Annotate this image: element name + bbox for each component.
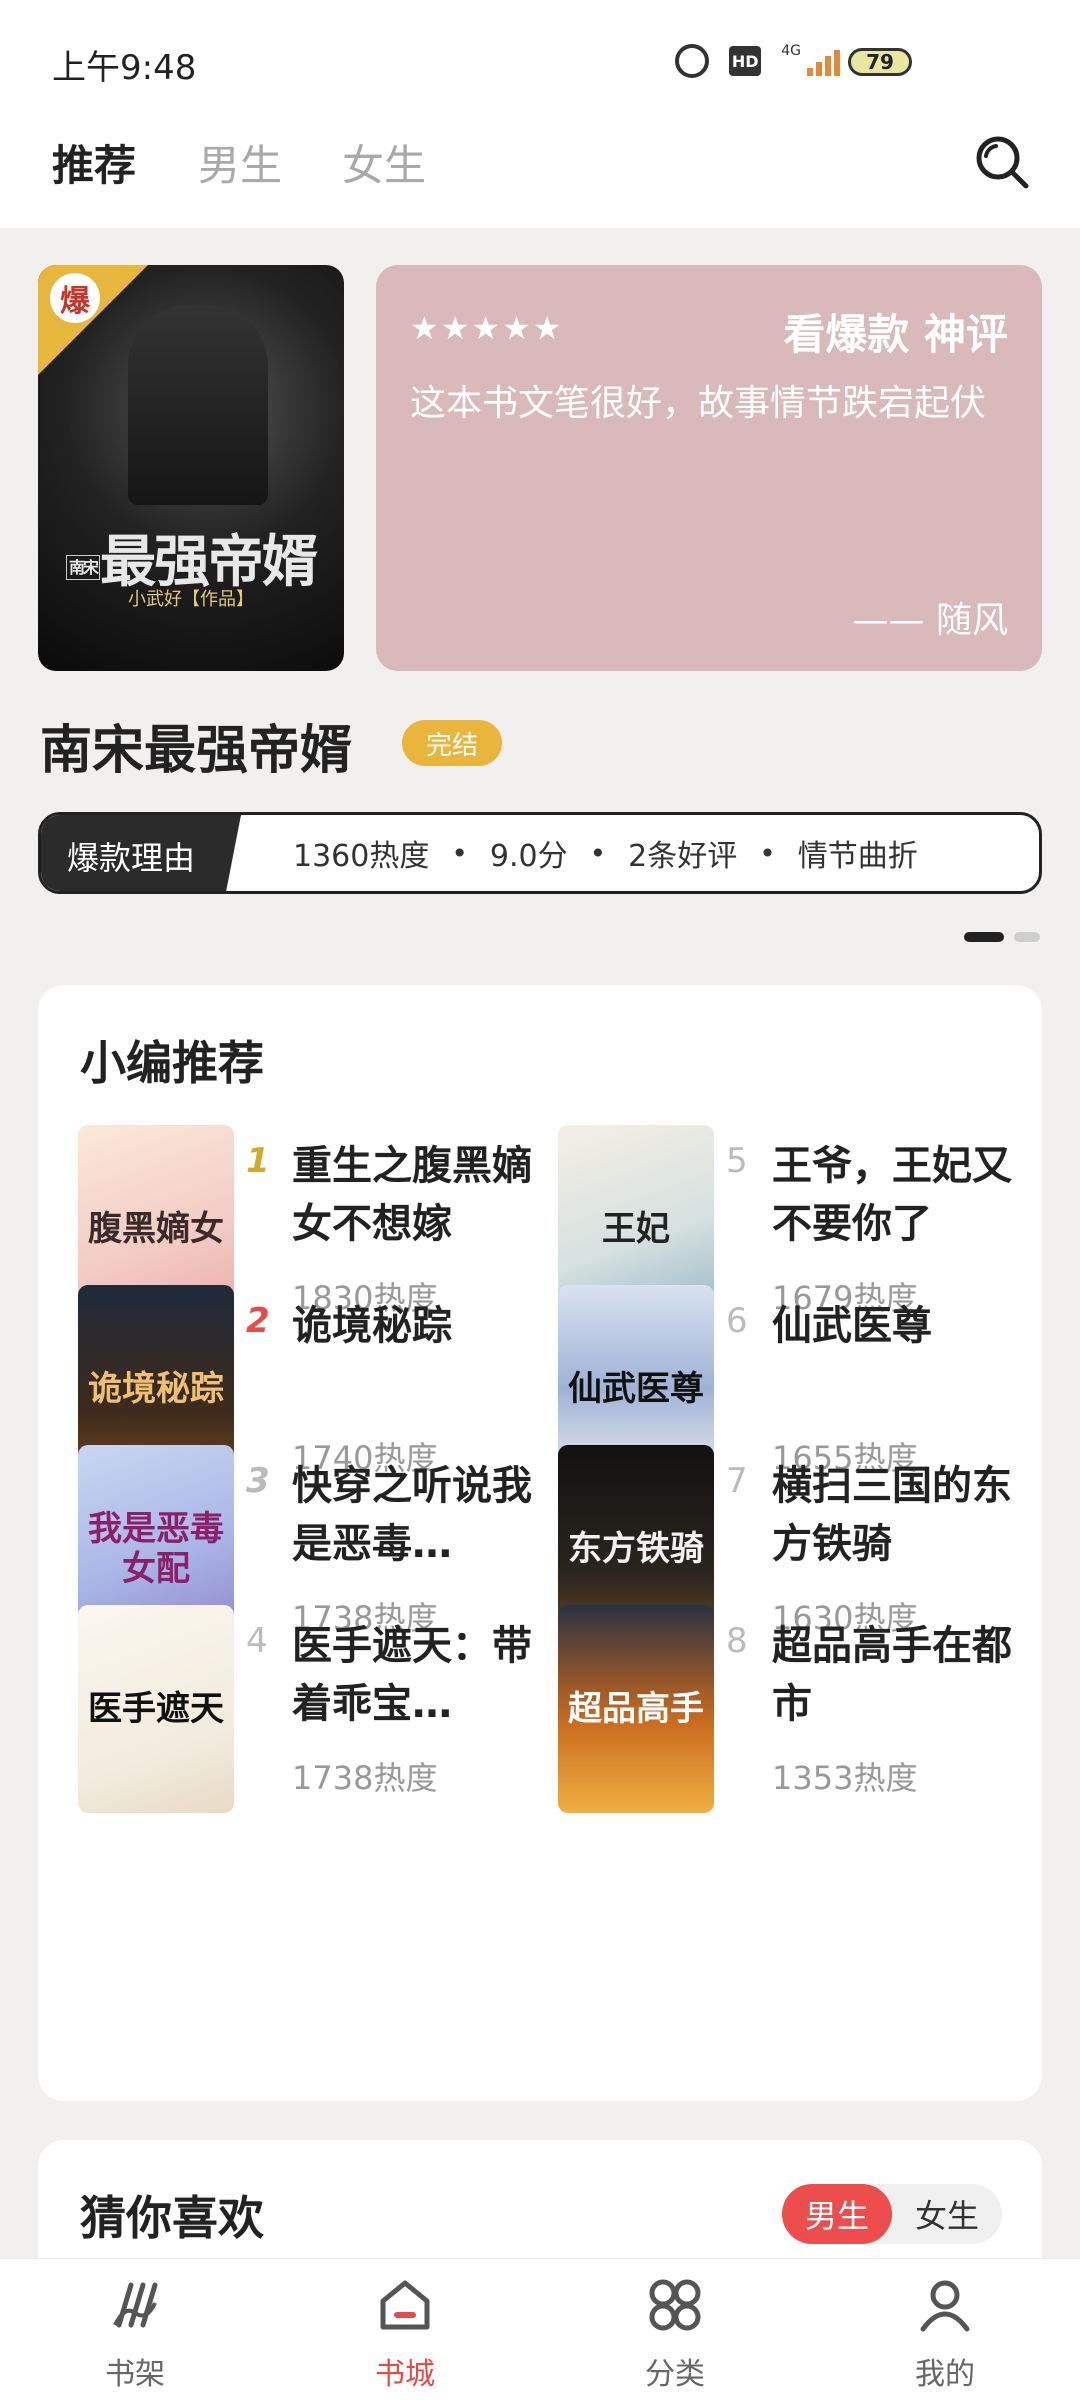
- rank-number: 6: [726, 1301, 748, 1341]
- banner-pager: [964, 932, 1040, 942]
- reason-reviews: 2条好评: [628, 839, 738, 874]
- network-type: 4G: [781, 43, 801, 59]
- pager-dot-active: [964, 932, 1004, 942]
- book-heat: 1738热度: [292, 1759, 438, 1797]
- reason-items: 1360热度 • 9.0分 • 2条好评 • 情节曲折: [271, 815, 940, 891]
- signal-icon: [807, 46, 840, 76]
- status-badge: 完结: [402, 720, 502, 766]
- separator-dot: •: [589, 836, 607, 870]
- separator-dot: •: [451, 836, 468, 870]
- review-heading: 看爆款 神评: [783, 310, 1008, 359]
- nav-label: 书城: [375, 2357, 435, 2392]
- separator-dot: •: [759, 836, 776, 870]
- status-icons: HD 4G: [675, 43, 840, 78]
- cover-side-label: 南宋: [65, 555, 100, 581]
- rank-number: 2: [246, 1301, 270, 1341]
- editor-picks-card: 小编推荐 腹黑嫡女 1 重生之腹黑嫡女不想嫁 1830热度 诡境秘踪 2 诡境秘…: [38, 985, 1042, 2101]
- book-item[interactable]: 超品高手 8 超品高手在都市 1353热度: [558, 1605, 1028, 1815]
- reason-score: 9.0分: [489, 839, 568, 874]
- cover-text: 仙武医尊: [568, 1369, 704, 1409]
- status-bar: 上午9:48 HD 4G 79: [0, 0, 1080, 110]
- section-title: 猜你喜欢: [80, 2191, 264, 2245]
- cover-text: 诡境秘踪: [88, 1369, 224, 1409]
- cover-text: 东方铁骑: [568, 1529, 704, 1569]
- reason-bar: 爆款理由 1360热度 • 9.0分 • 2条好评 • 情节曲折: [38, 812, 1042, 894]
- cover-author: 小武好【作品】: [128, 589, 254, 610]
- review-author: —— 随风: [852, 600, 1008, 641]
- hot-badge-label: 爆: [50, 273, 100, 323]
- book-item[interactable]: 医手遮天 4 医手遮天：带着乖宝… 1738热度: [78, 1605, 548, 1815]
- nav-bookstore[interactable]: 书城: [345, 2275, 465, 2393]
- alarm-icon: [675, 44, 710, 78]
- book-name: 横扫三国的东方铁骑: [772, 1463, 1012, 1567]
- nav-bookshelf[interactable]: 书架: [75, 2275, 195, 2393]
- reason-label: 爆款理由: [41, 815, 241, 891]
- book-name: 重生之腹黑嫡女不想嫁: [292, 1143, 532, 1247]
- featured-book-title[interactable]: 南宋最强帝婿: [40, 708, 352, 783]
- nav-category[interactable]: 分类: [615, 2275, 735, 2393]
- nav-profile[interactable]: 我的: [885, 2275, 1005, 2393]
- book-name: 王爷，王妃又不要你了: [772, 1143, 1012, 1247]
- book-cover: 超品高手: [558, 1605, 714, 1813]
- reason-heat: 1360热度: [293, 839, 430, 874]
- category-icon: [649, 2279, 701, 2331]
- book-heat: 1353热度: [772, 1759, 918, 1797]
- rank-number: 4: [246, 1621, 268, 1661]
- book-cover: 医手遮天: [78, 1605, 234, 1813]
- cover-figure: [128, 305, 268, 505]
- cover-text: 我是恶毒女配: [88, 1509, 224, 1589]
- status-time: 上午9:48: [52, 48, 197, 88]
- nav-label: 分类: [645, 2357, 705, 2392]
- rank-number: 3: [246, 1461, 270, 1501]
- rating-stars: ★★★★★: [410, 309, 564, 347]
- review-card[interactable]: ★★★★★ 看爆款 神评 这本书文笔很好，故事情节跌宕起伏 —— 随风: [376, 265, 1042, 671]
- book-name: 快穿之听说我是恶毒…: [292, 1463, 532, 1567]
- rank-number: 7: [726, 1461, 748, 1501]
- search-button[interactable]: [972, 132, 1032, 192]
- toggle-female[interactable]: 女生: [892, 2184, 1002, 2244]
- tab-male[interactable]: 男生: [198, 132, 282, 193]
- nav-label: 书架: [105, 2357, 165, 2392]
- bottom-nav: 书架 书城 分类 我的: [0, 2258, 1080, 2400]
- top-nav: 推荐 男生 女生: [0, 110, 1080, 228]
- bookstore-icon: [380, 2280, 430, 2330]
- review-text: 这本书文笔很好，故事情节跌宕起伏: [410, 383, 987, 424]
- rank-number: 1: [246, 1141, 270, 1181]
- battery-icon: 79: [848, 48, 912, 76]
- book-name: 医手遮天：带着乖宝…: [292, 1623, 532, 1727]
- profile-icon: [920, 2280, 970, 2332]
- nav-label: 我的: [915, 2357, 975, 2392]
- featured-book-cover[interactable]: 爆 南宋最强帝婿 小武好【作品】: [38, 265, 344, 671]
- hd-icon: HD: [729, 46, 762, 76]
- tab-female[interactable]: 女生: [342, 132, 426, 193]
- book-name: 超品高手在都市: [772, 1623, 1012, 1727]
- gender-toggle: 男生 女生: [782, 2184, 1002, 2244]
- cover-text: 医手遮天: [88, 1689, 224, 1729]
- guess-you-like-card: 猜你喜欢 男生 女生: [38, 2140, 1042, 2260]
- rank-number: 5: [726, 1141, 748, 1181]
- tab-recommend[interactable]: 推荐: [52, 132, 136, 193]
- rank-number: 8: [726, 1621, 748, 1661]
- search-icon: [976, 136, 1029, 189]
- pager-dot: [1014, 932, 1040, 942]
- cover-text: 超品高手: [568, 1689, 704, 1729]
- cover-text: 王妃: [602, 1209, 670, 1249]
- bookshelf-icon: [113, 2282, 158, 2328]
- reason-plot: 情节曲折: [797, 839, 918, 874]
- book-name: 诡境秘踪: [292, 1303, 452, 1349]
- cover-text: 腹黑嫡女: [88, 1209, 224, 1249]
- book-name: 仙武医尊: [772, 1303, 932, 1349]
- section-title: 小编推荐: [80, 1036, 264, 1090]
- toggle-male[interactable]: 男生: [782, 2184, 892, 2244]
